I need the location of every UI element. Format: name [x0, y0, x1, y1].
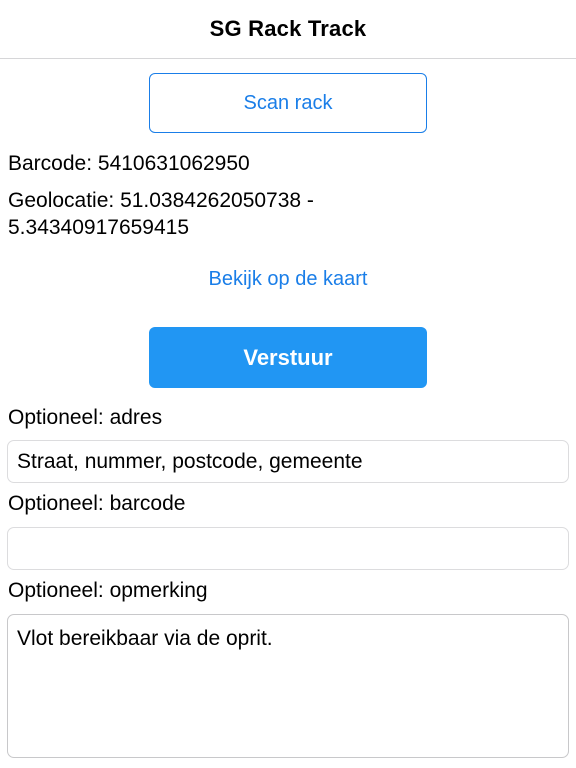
address-label: Optioneel: adres: [8, 406, 163, 429]
address-field[interactable]: Straat, nummer, postcode, gemeente: [7, 440, 569, 483]
view-on-map-link[interactable]: Bekijk op de kaart: [0, 268, 576, 291]
send-button[interactable]: Verstuur: [149, 327, 427, 388]
barcode-label: Optioneel: barcode: [8, 492, 186, 515]
scan-rack-button[interactable]: Scan rack: [149, 73, 427, 133]
geolocation-value: Geolocatie: 51.0384262050738 - 5.3434091…: [8, 189, 314, 239]
remark-label: Optioneel: opmerking: [8, 579, 208, 602]
navigation-bar: SG Rack Track: [0, 0, 576, 59]
barcode-value: Barcode: 5410631062950: [8, 152, 250, 175]
barcode-field[interactable]: [7, 527, 569, 570]
address-field-value: Straat, nummer, postcode, gemeente: [17, 449, 363, 473]
remark-textarea-value: Vlot bereikbaar via de oprit.: [17, 627, 273, 650]
remark-textarea[interactable]: Vlot bereikbaar via de oprit.: [7, 614, 569, 758]
page-title: SG Rack Track: [209, 16, 367, 41]
